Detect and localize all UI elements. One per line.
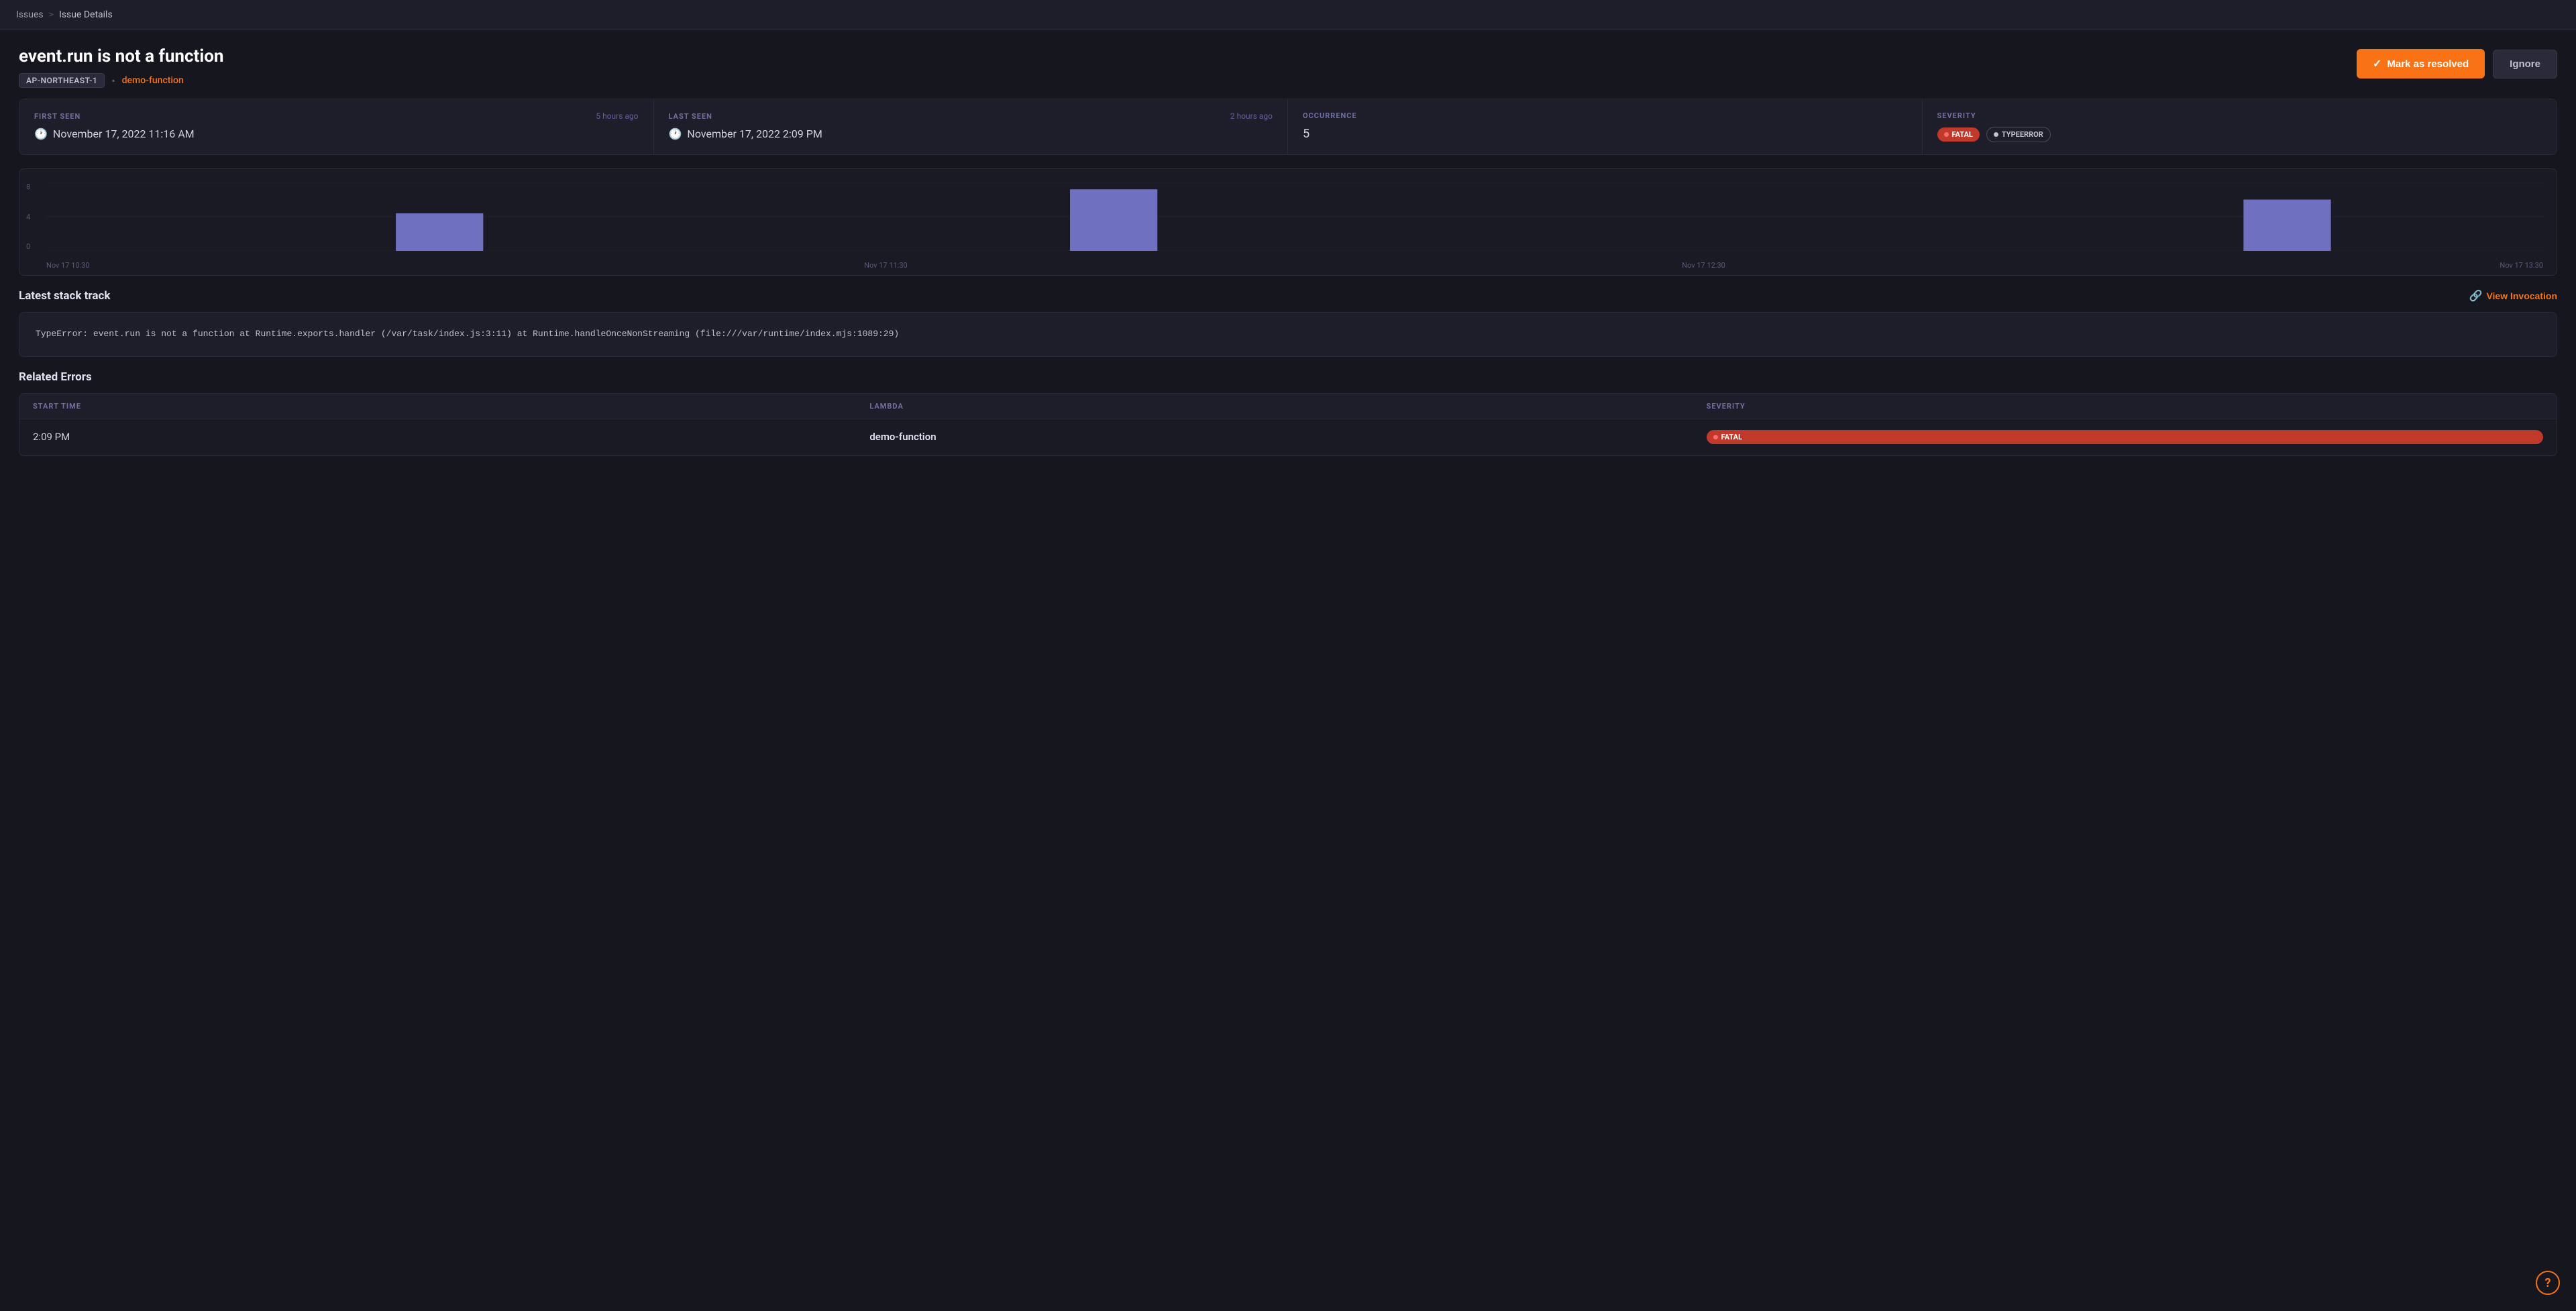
stat-first-seen: FIRST SEEN 5 hours ago 🕐 November 17, 20… bbox=[19, 99, 654, 154]
stat-last-seen: LAST SEEN 2 hours ago 🕐 November 17, 202… bbox=[654, 99, 1289, 154]
stat-first-seen-label-row: FIRST SEEN 5 hours ago bbox=[34, 111, 639, 121]
region-tag: AP-NORTHEAST-1 bbox=[19, 73, 105, 88]
breadcrumb: Issues > Issue Details bbox=[0, 0, 2576, 30]
chart-svg bbox=[46, 182, 2543, 251]
first-seen-value: 🕐 November 17, 2022 11:16 AM bbox=[34, 127, 639, 140]
checkmark-icon: ✓ bbox=[2373, 57, 2381, 70]
last-seen-label: LAST SEEN bbox=[669, 112, 712, 121]
chart-y-label-4: 4 bbox=[26, 213, 30, 221]
last-seen-date: November 17, 2022 2:09 PM bbox=[687, 127, 822, 140]
table-header-row: START TIME LAMBDA SEVERITY bbox=[19, 394, 2557, 419]
severity-badges: FATAL TYPEERROR bbox=[1937, 127, 2542, 142]
breadcrumb-current: Issue Details bbox=[59, 9, 113, 20]
main-content: event.run is not a function AP-NORTHEAST… bbox=[0, 30, 2576, 486]
chart-area bbox=[46, 182, 2543, 251]
chart-x-label-1: Nov 17 10:30 bbox=[46, 261, 90, 270]
chart-x-labels: Nov 17 10:30 Nov 17 11:30 Nov 17 12:30 N… bbox=[46, 261, 2543, 270]
severity-label: SEVERITY bbox=[1937, 111, 1976, 120]
occurrence-value: 5 bbox=[1303, 127, 1907, 141]
chart-y-label-0: 0 bbox=[26, 242, 30, 251]
chart-y-label-8: 8 bbox=[26, 182, 30, 191]
stack-trace-text: TypeError: event.run is not a function a… bbox=[36, 329, 899, 339]
last-seen-ago: 2 hours ago bbox=[1230, 111, 1273, 121]
typeerror-badge: TYPEERROR bbox=[1986, 127, 2051, 142]
breadcrumb-separator: > bbox=[49, 9, 54, 20]
chart-x-label-3: Nov 17 12:30 bbox=[1682, 261, 1725, 270]
external-link-icon: 🔗 bbox=[2469, 289, 2483, 303]
stat-occurrence-label-row: OCCURRENCE bbox=[1303, 111, 1907, 120]
issue-header: event.run is not a function AP-NORTHEAST… bbox=[19, 46, 2557, 88]
chart-x-label-2: Nov 17 11:30 bbox=[864, 261, 908, 270]
related-errors-title: Related Errors bbox=[19, 370, 2557, 384]
tag-separator: • bbox=[111, 74, 115, 87]
table-cell-severity: FATAL bbox=[1707, 430, 2543, 444]
first-seen-label: FIRST SEEN bbox=[34, 112, 80, 121]
stack-trace-title: Latest stack track bbox=[19, 289, 110, 303]
view-invocation-label: View Invocation bbox=[2486, 291, 2557, 301]
occurrence-label: OCCURRENCE bbox=[1303, 111, 1357, 120]
help-icon-label: ? bbox=[2545, 1276, 2551, 1290]
related-errors-section: Related Errors START TIME LAMBDA SEVERIT… bbox=[19, 370, 2557, 456]
table-header-lambda: LAMBDA bbox=[869, 402, 1706, 411]
function-tag: demo-function bbox=[122, 75, 184, 86]
chart-container: 8 4 0 Nov 17 10:30 Nov 17 11:30 Nov 17 1… bbox=[19, 168, 2557, 276]
stack-trace-box: TypeError: event.run is not a function a… bbox=[19, 312, 2557, 357]
breadcrumb-parent[interactable]: Issues bbox=[16, 9, 44, 20]
clock-icon-last: 🕐 bbox=[669, 127, 682, 140]
stats-row: FIRST SEEN 5 hours ago 🕐 November 17, 20… bbox=[19, 99, 2557, 155]
issue-tags: AP-NORTHEAST-1 • demo-function bbox=[19, 73, 223, 88]
stack-trace-header: Latest stack track 🔗 View Invocation bbox=[19, 289, 2557, 303]
help-button[interactable]: ? bbox=[2536, 1271, 2560, 1295]
table-row: 2:09 PM demo-function FATAL bbox=[19, 419, 2557, 456]
table-header-start-time: START TIME bbox=[33, 402, 869, 411]
table-header-severity: SEVERITY bbox=[1707, 402, 2543, 411]
stat-severity-label-row: SEVERITY bbox=[1937, 111, 2542, 120]
stat-severity: SEVERITY FATAL TYPEERROR bbox=[1923, 99, 2557, 154]
issue-title: event.run is not a function bbox=[19, 46, 223, 66]
fatal-badge: FATAL bbox=[1937, 127, 1980, 142]
chart-x-label-4: Nov 17 13:30 bbox=[2500, 261, 2543, 270]
view-invocation-button[interactable]: 🔗 View Invocation bbox=[2469, 289, 2557, 303]
issue-title-section: event.run is not a function AP-NORTHEAST… bbox=[19, 46, 223, 88]
related-errors-table: START TIME LAMBDA SEVERITY 2:09 PM demo-… bbox=[19, 393, 2557, 456]
resolve-button[interactable]: ✓ Mark as resolved bbox=[2357, 49, 2485, 78]
table-fatal-badge: FATAL bbox=[1707, 430, 2543, 444]
first-seen-ago: 5 hours ago bbox=[596, 111, 638, 121]
stack-trace-section: Latest stack track 🔗 View Invocation Typ… bbox=[19, 289, 2557, 357]
resolve-label: Mark as resolved bbox=[2387, 58, 2469, 70]
first-seen-date: November 17, 2022 11:16 AM bbox=[53, 127, 195, 140]
last-seen-value: 🕐 November 17, 2022 2:09 PM bbox=[669, 127, 1273, 140]
header-actions: ✓ Mark as resolved Ignore bbox=[2357, 49, 2557, 78]
table-cell-lambda: demo-function bbox=[869, 431, 1706, 443]
table-cell-start-time: 2:09 PM bbox=[33, 431, 869, 443]
clock-icon-first: 🕐 bbox=[34, 127, 48, 140]
stat-last-seen-label-row: LAST SEEN 2 hours ago bbox=[669, 111, 1273, 121]
chart-y-labels: 8 4 0 bbox=[26, 182, 30, 251]
ignore-button[interactable]: Ignore bbox=[2493, 50, 2557, 78]
stat-occurrence: OCCURRENCE 5 bbox=[1288, 99, 1923, 154]
